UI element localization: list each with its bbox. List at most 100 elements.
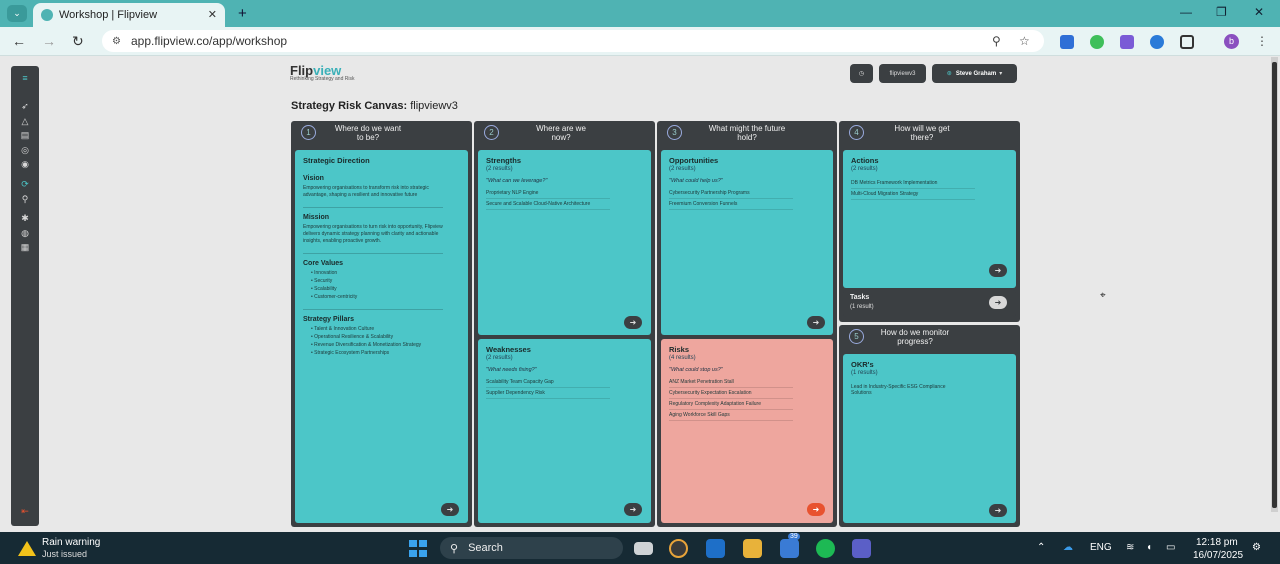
card-prompt: "What could stop us?" (669, 367, 723, 373)
risks-card[interactable]: Risks (4 results) "What could stop us?" … (661, 339, 833, 523)
list-item[interactable]: DB Metrics Framework Implementation (851, 178, 975, 189)
restore-icon[interactable]: ❐ (1216, 5, 1227, 19)
column-question: Where are we now? (536, 124, 586, 142)
windows-start-icon[interactable] (409, 540, 427, 557)
browser-tab[interactable]: Workshop | Flipview ✕ (33, 3, 225, 27)
user-menu-button[interactable]: ⊛ Steve Graham ▾ (932, 64, 1017, 83)
extension-video-icon[interactable] (1120, 35, 1134, 49)
warning-icon[interactable]: △ (20, 117, 30, 126)
open-arrow-button[interactable]: ➜ (989, 504, 1007, 517)
open-arrow-button[interactable]: ➜ (441, 503, 459, 516)
list-item[interactable]: Lead in Industry-Specific ESG Compliance… (851, 382, 961, 398)
weather-title[interactable]: Rain warning (42, 537, 100, 548)
app-sidebar: ≡ ➶ △ ▤ ◎ ◉ ⟳ ⚲ ✱ ◍ ▦ ⇤ (11, 66, 39, 526)
help-icon[interactable]: ◍ (20, 229, 30, 238)
extension-grammar-icon[interactable] (1090, 35, 1104, 49)
list-item[interactable]: Regulatory Complexity Adaptation Failure (669, 399, 793, 410)
reload-icon[interactable]: ↻ (72, 33, 84, 50)
outlook-icon[interactable] (706, 539, 725, 558)
strategic-direction-card[interactable]: Strategic Direction Vision Empowering or… (295, 150, 468, 523)
bookmark-star-icon[interactable]: ☆ (1019, 34, 1030, 48)
extension-mail-icon[interactable] (1060, 35, 1074, 49)
page-scrollbar-thumb[interactable] (1272, 62, 1277, 508)
column-header: 5 How do we monitor progress? (839, 325, 1020, 353)
clock-date[interactable]: 16/07/2025 (1193, 550, 1243, 561)
weaknesses-card[interactable]: Weaknesses (2 results) "What needs fixin… (478, 339, 651, 523)
open-arrow-button[interactable]: ➜ (624, 316, 642, 329)
logout-icon[interactable]: ⇤ (20, 507, 30, 516)
profile-avatar[interactable]: b (1224, 34, 1239, 49)
tab-close-icon[interactable]: ✕ (208, 8, 217, 21)
list-icon[interactable]: ▤ (20, 131, 30, 140)
weather-warning-icon[interactable] (18, 541, 36, 556)
list-item[interactable]: Aging Workforce Skill Gaps (669, 410, 793, 421)
list-item: • Innovation (311, 270, 338, 276)
strengths-card[interactable]: Strengths (2 results) "What can we lever… (478, 150, 651, 335)
language-indicator[interactable]: ENG (1090, 542, 1112, 553)
target-icon[interactable]: ◉ (20, 160, 30, 169)
weather-subtitle[interactable]: Just issued (42, 549, 87, 559)
list-item[interactable]: Supplier Dependency Risk (486, 388, 610, 399)
workshop-chip[interactable]: flipviewv3 (879, 64, 926, 83)
card-title: OKR's (851, 360, 874, 369)
column-question: Where do we want to be? (334, 124, 402, 142)
list-item[interactable]: Freemium Conversion Funnels (669, 199, 793, 210)
back-icon[interactable]: ← (12, 33, 26, 49)
search-icon[interactable]: ⚲ (20, 195, 30, 204)
open-arrow-button[interactable]: ➜ (989, 296, 1007, 309)
teams-icon[interactable] (852, 539, 871, 558)
rocket-icon[interactable]: ➶ (20, 102, 30, 111)
file-explorer-icon[interactable] (743, 539, 762, 558)
list-item[interactable]: ANZ Market Penetration Stall (669, 377, 793, 388)
step-number: 5 (849, 329, 864, 344)
todo-icon[interactable] (780, 539, 799, 558)
check-circle-icon[interactable]: ◎ (20, 146, 30, 155)
list-item: • Scalability (311, 286, 337, 292)
open-arrow-button[interactable]: ➜ (624, 503, 642, 516)
list-item[interactable]: Multi-Cloud Migration Strategy (851, 189, 975, 200)
result-count: (1 result) (850, 304, 874, 310)
zoom-icon[interactable]: ⚲ (992, 34, 1001, 48)
chrome-icon[interactable] (669, 539, 688, 558)
list-item[interactable]: Scalability Team Capacity Gap (486, 377, 610, 388)
open-arrow-button[interactable]: ➜ (807, 503, 825, 516)
clock-time[interactable]: 12:18 pm (1196, 537, 1238, 548)
opportunities-card[interactable]: Opportunities (2 results) "What could he… (661, 150, 833, 335)
spotify-icon[interactable] (816, 539, 835, 558)
workshop-icon[interactable]: ⟳ (20, 180, 30, 189)
tasks-bar[interactable]: Tasks (1 result) ➜ (843, 290, 1016, 317)
notification-center-icon[interactable]: ⚙ (1252, 542, 1261, 553)
column-where-to-be: 1 Where do we want to be? Strategic Dire… (291, 121, 472, 527)
browser-menu-icon[interactable]: ⋮ (1256, 34, 1268, 48)
tray-overflow-icon[interactable]: ⌃ (1037, 542, 1045, 553)
settings-gear-icon[interactable]: ✱ (20, 214, 30, 223)
window-close-icon[interactable]: ✕ (1254, 5, 1264, 19)
organisation-icon[interactable]: ▦ (20, 243, 30, 252)
tab-search-button[interactable]: ⌄ (7, 5, 27, 22)
extensions-puzzle-icon[interactable] (1180, 35, 1194, 49)
list-item[interactable]: Proprietary NLP Engine (486, 188, 610, 199)
taskbar-search[interactable]: ⚲ Search (440, 537, 623, 559)
new-tab-icon[interactable]: + (238, 5, 247, 22)
volume-icon[interactable]: ◖ (1146, 542, 1152, 553)
actions-card[interactable]: Actions (2 results) DB Metrics Framework… (843, 150, 1016, 288)
open-arrow-button[interactable]: ➜ (989, 264, 1007, 277)
okrs-card[interactable]: OKR's (1 results) Lead in Industry-Speci… (843, 354, 1016, 523)
column-get-there: 4 How will we get there? Actions (2 resu… (839, 121, 1020, 322)
extension-zoom-icon[interactable] (1150, 35, 1164, 49)
list-item[interactable]: Cybersecurity Expectation Escalation (669, 388, 793, 399)
wifi-icon[interactable]: ≋ (1126, 542, 1134, 553)
minimize-icon[interactable]: — (1180, 5, 1192, 19)
site-info-icon[interactable]: ⚙ (112, 36, 121, 47)
battery-icon[interactable]: ▭ (1166, 542, 1175, 553)
open-arrow-button[interactable]: ➜ (807, 316, 825, 329)
address-bar[interactable]: ⚙ app.flipview.co/app/workshop (102, 30, 1044, 52)
menu-toggle-icon[interactable]: ≡ (20, 74, 30, 83)
timer-icon[interactable]: ◷ (850, 64, 873, 83)
user-icon: ⊛ (946, 71, 952, 77)
forward-icon[interactable]: → (42, 33, 56, 49)
list-item[interactable]: Secure and Scalable Cloud-Native Archite… (486, 199, 610, 210)
task-view-icon[interactable] (634, 542, 653, 555)
onedrive-icon[interactable]: ☁ (1063, 542, 1073, 553)
list-item[interactable]: Cybersecurity Partnership Programs (669, 188, 793, 199)
